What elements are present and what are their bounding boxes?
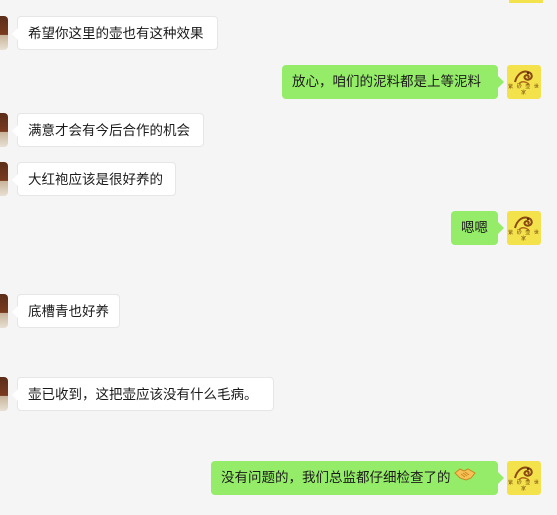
- message-bubble-received[interactable]: 希望你这里的壶也有这种效果: [12, 16, 218, 50]
- handshake-emoji-icon: [453, 461, 476, 495]
- avatar-brand-text: 紫 砂 壶 世 家: [508, 230, 540, 242]
- avatar-self[interactable]: 紫 砂 壶 世 家: [507, 65, 541, 99]
- message-bubble-sent[interactable]: 放心，咱们的泥料都是上等泥料: [282, 65, 504, 99]
- avatar-contact[interactable]: [0, 16, 8, 50]
- message-bubble-sent[interactable]: 嗯嗯: [451, 211, 504, 245]
- message-bubble-sent[interactable]: 没有问题的，我们总监都仔细检查了的: [211, 461, 504, 495]
- avatar-brand-text: 紫 砂 壶 世 家: [508, 480, 540, 492]
- message-bubble-received[interactable]: 大红袍应该是很好养的: [12, 162, 176, 196]
- message-text: 没有问题的，我们总监都仔细检查了的: [221, 470, 451, 486]
- avatar-self[interactable]: 紫 砂 壶 世 家: [507, 461, 541, 495]
- message-bubble-received[interactable]: 壶已收到，这把壶应该没有什么毛病。: [12, 377, 274, 411]
- avatar-brand-text: 紫 砂 壶 世 家: [508, 84, 540, 96]
- message-bubble-received[interactable]: 满意才会有今后合作的机会: [12, 113, 204, 147]
- avatar-self-partial: [509, 0, 543, 3]
- avatar-contact[interactable]: [0, 377, 8, 411]
- avatar-contact[interactable]: [0, 113, 8, 147]
- avatar-contact[interactable]: [0, 162, 8, 196]
- avatar-self[interactable]: 紫 砂 壶 世 家: [507, 211, 541, 245]
- message-bubble-received[interactable]: 底槽青也好养: [12, 294, 120, 328]
- avatar-contact[interactable]: [0, 294, 8, 328]
